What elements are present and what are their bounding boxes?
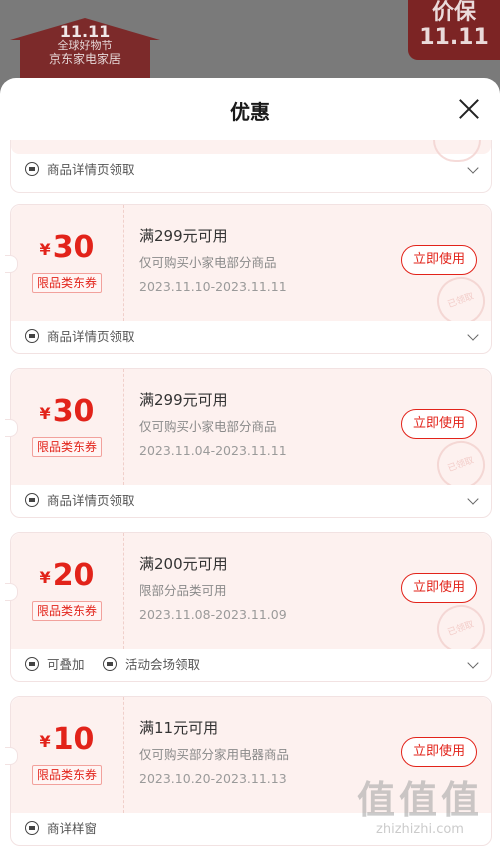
coupon-amount: ¥10 <box>11 723 123 761</box>
sheet-header: 优惠 <box>0 78 500 140</box>
coupon-description: 仅可购买部分家用电器商品 <box>139 747 290 762</box>
coupon-card: ¥30 限品类东券 满299元可用 仅可购买小家电部分商品 2023.11.10… <box>5 204 492 354</box>
amount-value: 10 <box>52 722 95 757</box>
footer-source-label: 商品详情页领取 <box>47 162 135 177</box>
price-protect-badge: 价保 11.11 <box>408 0 500 60</box>
coupon-footer: 可叠加 活动会场领取 <box>11 649 491 681</box>
coupon-source-icon <box>25 162 39 176</box>
claimed-stamp-icon: 已领取 <box>430 598 491 649</box>
coupon-type-tag: 限品类东券 <box>31 437 102 457</box>
coupon-dates: 2023.11.04-2023.11.11 <box>139 443 287 458</box>
coupon-card-partial: 商品详情页领取 <box>10 140 492 193</box>
coupon-info: 满299元可用 仅可购买小家电部分商品 2023.11.10-2023.11.1… <box>139 225 287 297</box>
coupon-amount: ¥30 <box>11 395 123 433</box>
coupon-footer: 商品详情页领取 <box>11 321 491 353</box>
chevron-down-icon[interactable] <box>467 493 479 505</box>
watermark: 值值值 zhizhizhi.com <box>350 778 490 838</box>
currency-symbol: ¥ <box>39 732 51 751</box>
use-now-button[interactable]: 立即使用 <box>401 245 477 275</box>
currency-symbol: ¥ <box>39 240 51 259</box>
badge-line1: 价保 <box>431 0 476 25</box>
coupon-dates: 2023.11.10-2023.11.11 <box>139 279 287 294</box>
coupon-card: ¥30 限品类东券 满299元可用 仅可购买小家电部分商品 2023.11.04… <box>5 368 492 518</box>
footer-source-label: 商品详情页领取 <box>47 329 135 344</box>
jd-appliance-logo: 11.11 全球好物节 京东家电家居 <box>10 18 160 80</box>
footer-stackable: 可叠加 <box>25 657 85 673</box>
watermark-url: zhizhizhi.com <box>376 822 464 837</box>
coupon-footer: 商品详情页领取 <box>11 154 491 186</box>
coupon-type-tag: 限品类东券 <box>31 273 102 293</box>
footer-source-label: 商品详情页领取 <box>47 493 135 508</box>
logo-1111-text: 11.11 <box>59 22 111 41</box>
logo-body: 11.11 全球好物节 京东家电家居 <box>20 24 150 80</box>
coupon-card: ¥20 限品类东券 满200元可用 限部分品类可用 2023.11.08-202… <box>5 532 492 682</box>
claimed-stamp-icon: 已领取 <box>430 434 491 485</box>
footer-source: 商品详情页领取 <box>25 162 135 178</box>
coupon-condition: 满11元可用 <box>139 719 219 737</box>
coupon-condition: 满299元可用 <box>139 391 228 409</box>
coupon-condition: 满200元可用 <box>139 555 228 573</box>
coupon-source-icon <box>25 329 39 343</box>
use-now-button[interactable]: 立即使用 <box>401 573 477 603</box>
coupon-body: ¥20 限品类东券 满200元可用 限部分品类可用 2023.11.08-202… <box>11 533 491 649</box>
coupon-dates: 2023.11.08-2023.11.09 <box>139 607 287 622</box>
sheet-title: 优惠 <box>230 100 270 124</box>
amount-value: 20 <box>52 558 95 593</box>
coupon-description: 限部分品类可用 <box>139 583 227 598</box>
footer-stackable-label: 可叠加 <box>47 657 85 672</box>
use-now-button[interactable]: 立即使用 <box>401 737 477 767</box>
coupon-type-tag: 限品类东券 <box>31 765 102 785</box>
coupon-info: 满200元可用 限部分品类可用 2023.11.08-2023.11.09 <box>139 553 287 625</box>
footer-source: 活动会场领取 <box>103 657 200 673</box>
coupon-partial-strip <box>11 140 491 154</box>
amount-value: 30 <box>52 230 95 265</box>
coupon-amount: ¥30 <box>11 231 123 269</box>
coupon-source-icon <box>25 821 39 835</box>
currency-symbol: ¥ <box>39 404 51 423</box>
coupon-footer: 商品详情页领取 <box>11 485 491 517</box>
coupon-type-tag: 限品类东券 <box>31 601 102 621</box>
background-banner: 11.11 全球好物节 京东家电家居 价保 11.11 <box>0 0 500 90</box>
watermark-logo: 值值值 <box>356 778 483 822</box>
coupon-source-icon <box>103 657 117 671</box>
coupon-sheet: 优惠 商品详情页领取 ¥30 限品类东券 满299元可用 仅可购买小家电部分商品… <box>0 78 500 846</box>
footer-source-label: 活动会场领取 <box>125 657 201 672</box>
footer-source: 商详样窗 <box>25 821 97 837</box>
coupon-amount-panel: ¥30 限品类东券 <box>11 205 124 321</box>
coupon-body: ¥30 限品类东券 满299元可用 仅可购买小家电部分商品 2023.11.10… <box>11 205 491 321</box>
currency-symbol: ¥ <box>39 568 51 587</box>
coupon-description: 仅可购买小家电部分商品 <box>139 419 277 434</box>
chevron-down-icon[interactable] <box>467 657 479 669</box>
coupon-body: ¥30 限品类东券 满299元可用 仅可购买小家电部分商品 2023.11.04… <box>11 369 491 485</box>
coupon-dates: 2023.10.20-2023.11.13 <box>139 771 287 786</box>
coupon-amount: ¥20 <box>11 559 123 597</box>
chevron-down-icon[interactable] <box>467 162 479 174</box>
footer-source-label: 商详样窗 <box>47 821 98 836</box>
claimed-stamp-icon: 已领取 <box>430 270 491 321</box>
chevron-down-icon[interactable] <box>467 329 479 341</box>
footer-source: 商品详情页领取 <box>25 493 135 509</box>
logo-festival-text: 全球好物节 <box>57 39 113 52</box>
logo-brand-text: 京东家电家居 <box>48 52 121 66</box>
coupon-amount-panel: ¥10 限品类东券 <box>11 697 124 813</box>
coupon-description: 仅可购买小家电部分商品 <box>139 255 277 270</box>
coupon-amount-panel: ¥20 限品类东券 <box>11 533 124 649</box>
coupon-amount-panel: ¥30 限品类东券 <box>11 369 124 485</box>
stackable-icon <box>25 657 39 671</box>
coupon-source-icon <box>25 493 39 507</box>
amount-value: 30 <box>52 394 95 429</box>
coupon-info: 满299元可用 仅可购买小家电部分商品 2023.11.04-2023.11.1… <box>139 389 287 461</box>
coupon-info: 满11元可用 仅可购买部分家用电器商品 2023.10.20-2023.11.1… <box>139 717 289 789</box>
close-icon[interactable] <box>458 98 480 120</box>
badge-line2: 11.11 <box>419 25 489 50</box>
footer-source: 商品详情页领取 <box>25 329 135 345</box>
use-now-button[interactable]: 立即使用 <box>401 409 477 439</box>
coupon-condition: 满299元可用 <box>139 227 228 245</box>
